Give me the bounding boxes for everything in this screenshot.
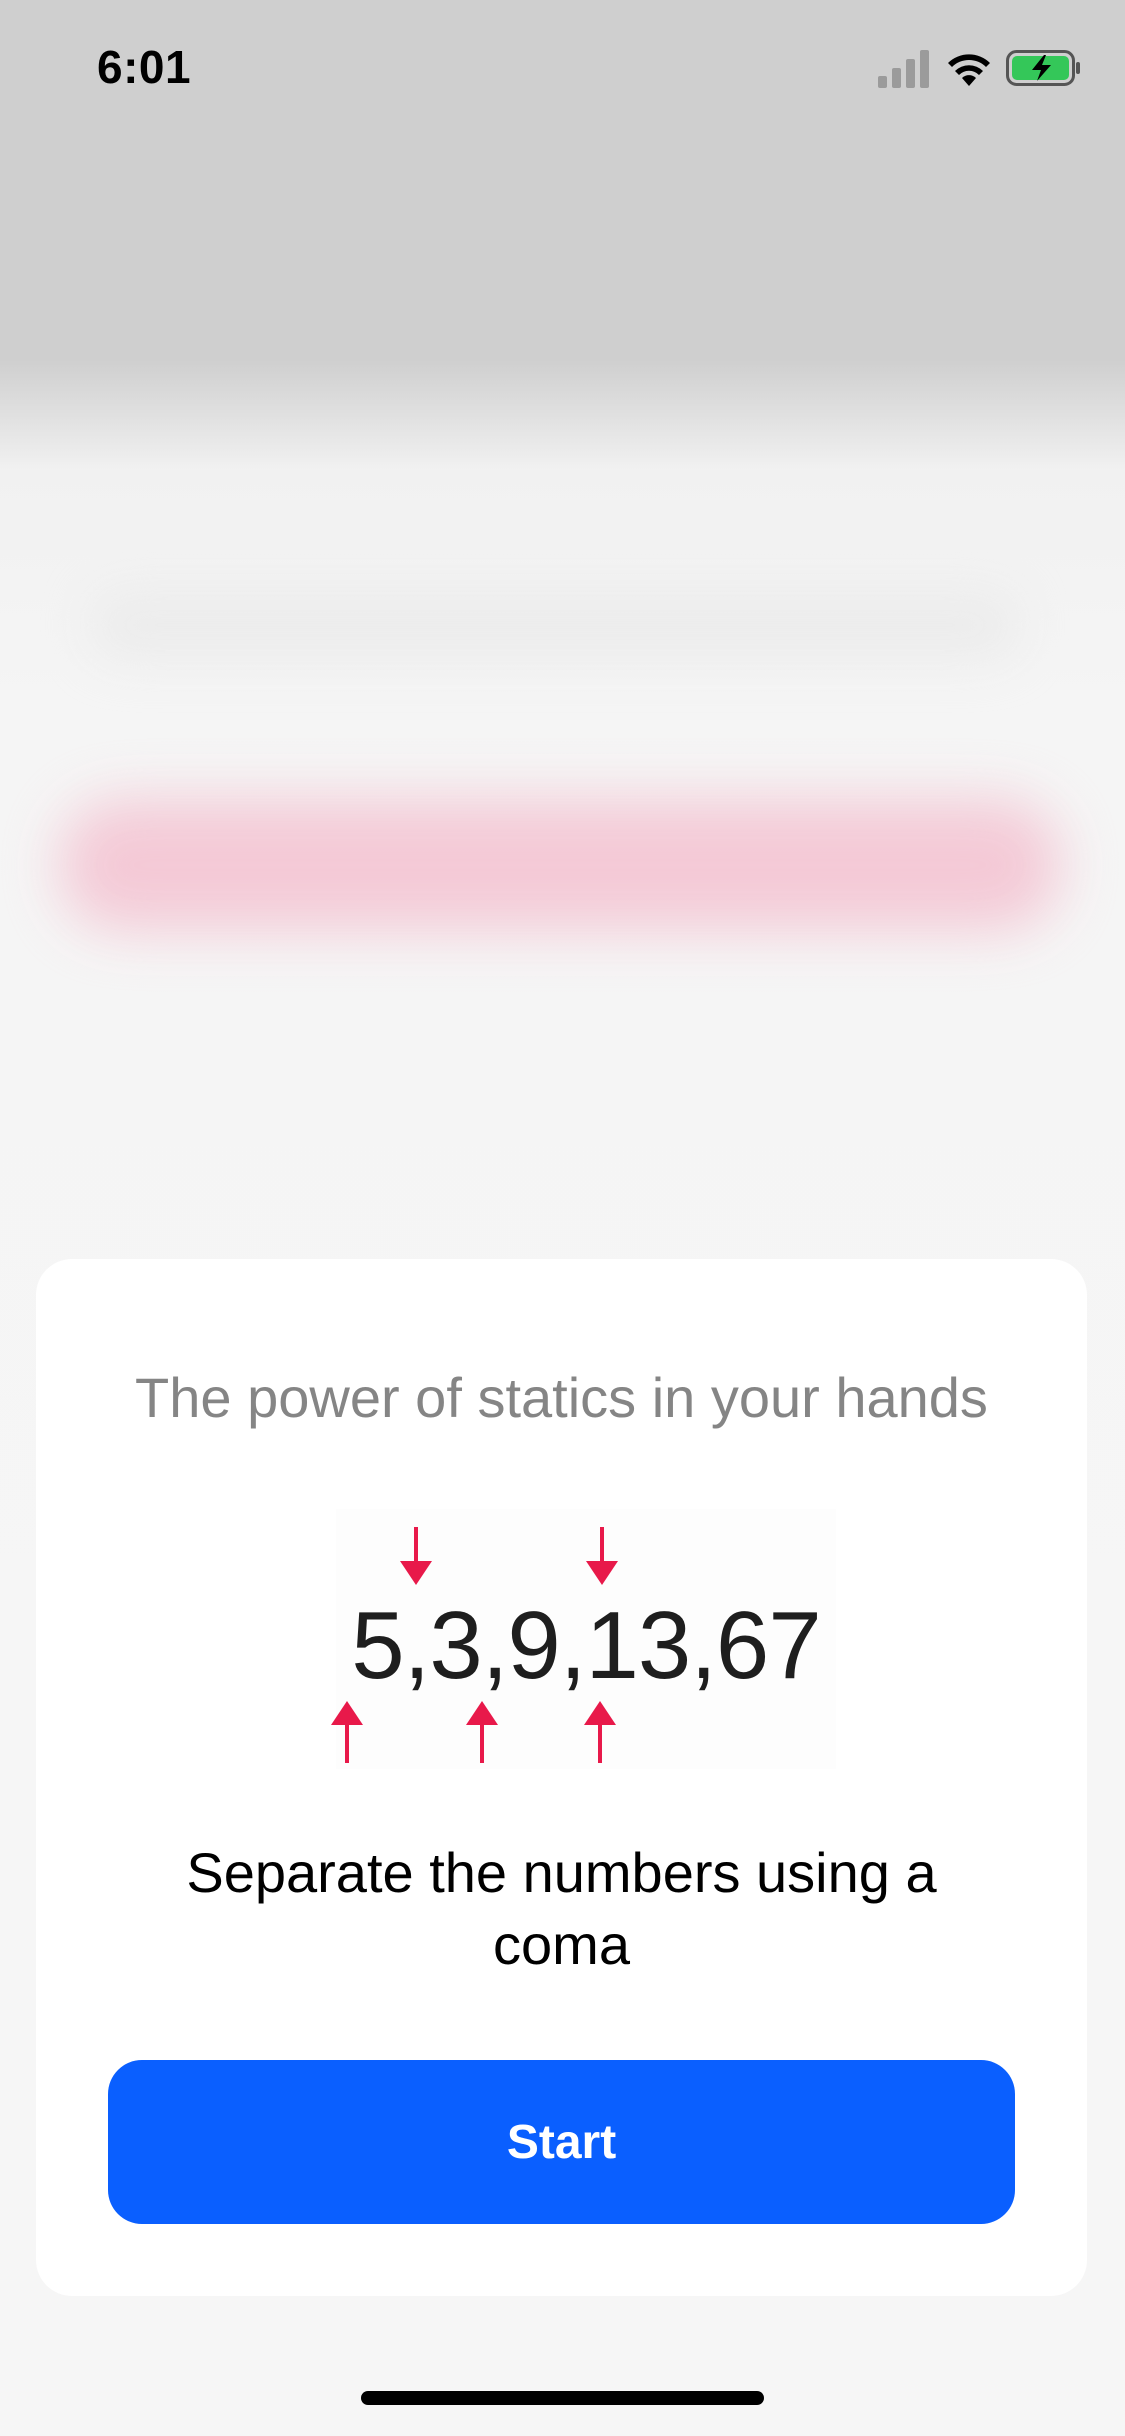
arrow-up-icon	[466, 1701, 498, 1763]
arrow-up-icon	[584, 1701, 616, 1763]
status-bar: 6:01	[0, 0, 1125, 135]
arrow-down-icon	[586, 1527, 618, 1585]
blurred-shape	[90, 590, 1020, 660]
number-format-illustration: 5,3,9,13,67	[331, 1509, 836, 1769]
signal-icon	[878, 50, 929, 88]
blurred-pink-bar	[60, 800, 1060, 930]
card-title: The power of statics in your hands	[135, 1366, 988, 1429]
battery-charging-icon	[1006, 50, 1080, 86]
arrow-up-icon	[331, 1701, 363, 1763]
card-description: Separate the numbers using a coma	[186, 1841, 937, 1976]
start-button[interactable]: Start	[108, 2060, 1015, 2224]
home-indicator[interactable]	[361, 2391, 764, 2405]
wifi-icon	[948, 54, 990, 86]
arrow-down-icon	[400, 1527, 432, 1585]
status-time: 6:01	[97, 41, 192, 93]
onboarding-card: The power of statics in your hands 5,3,9…	[36, 1259, 1087, 2296]
example-number: 5,3,9,13,67	[351, 1592, 821, 1699]
